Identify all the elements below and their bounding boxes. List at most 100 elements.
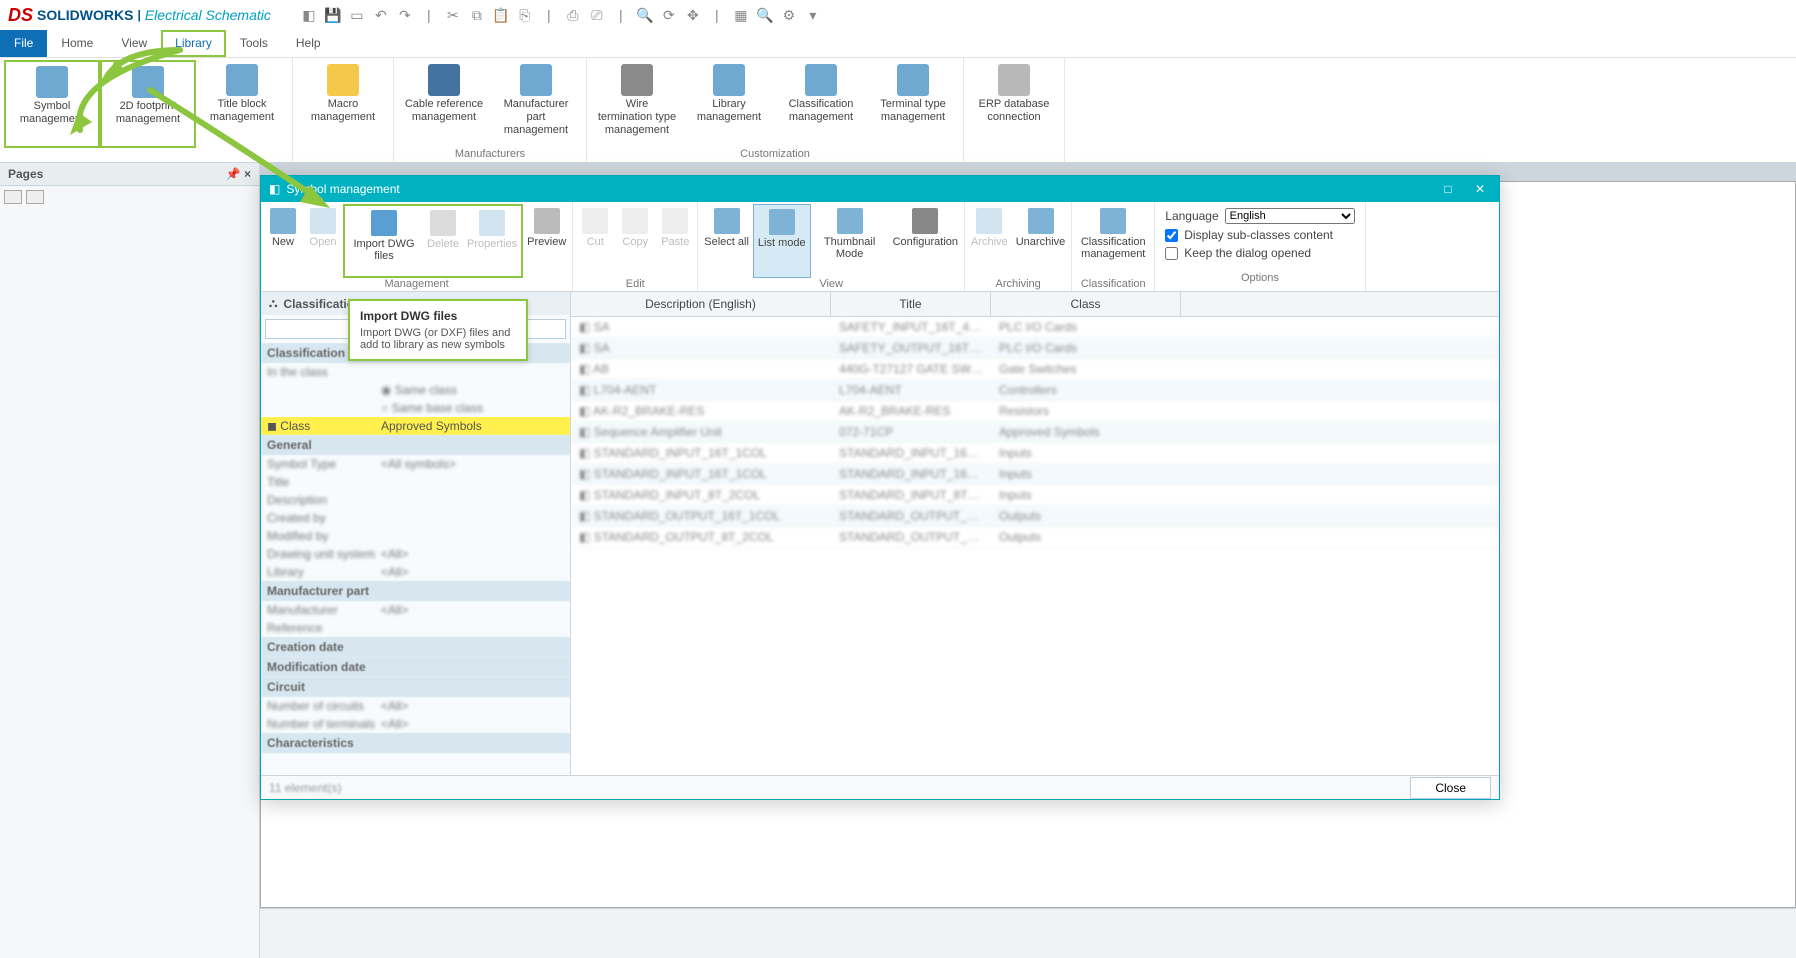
filter-section-creation-date[interactable]: Creation date <box>261 637 570 657</box>
erp-db-button[interactable]: ERP database connection <box>968 60 1060 148</box>
filter-row[interactable]: Title <box>261 473 570 491</box>
keep-open-checkbox[interactable] <box>1165 247 1178 260</box>
qat-save-icon[interactable]: 💾 <box>325 7 341 23</box>
filter-row[interactable]: Reference <box>261 619 570 637</box>
cut-button[interactable]: Cut <box>575 204 615 278</box>
list-mode-button[interactable]: List mode <box>753 204 811 278</box>
menu-help[interactable]: Help <box>282 30 335 57</box>
properties-button[interactable]: Properties <box>463 206 521 276</box>
table-row[interactable]: ◧ SASAFETY_INPUT_16T_4COLPLC I/O Cards <box>571 317 1499 338</box>
filter-section-characteristics[interactable]: Characteristics <box>261 733 570 753</box>
filter-row[interactable]: Created by <box>261 509 570 527</box>
qat-cut-icon[interactable]: ✂ <box>445 7 461 23</box>
cell-class: Inputs <box>991 443 1181 463</box>
filter-row[interactable]: Library<All> <box>261 563 570 581</box>
filter-row[interactable]: Number of circuits<All> <box>261 697 570 715</box>
mfr-part-label: Manufacturer part management <box>496 98 576 137</box>
filter-section-circuit[interactable]: Circuit <box>261 677 570 697</box>
qat-paste-special-icon[interactable]: ⎘ <box>517 7 533 23</box>
filter-section-mfr[interactable]: Manufacturer part <box>261 581 570 601</box>
qat-preview-icon[interactable]: ⎚ <box>589 7 605 23</box>
cable-ref-button[interactable]: Cable reference management <box>398 60 490 148</box>
filter-section-general[interactable]: General <box>261 435 570 455</box>
table-row[interactable]: ◧ STANDARD_INPUT_16T_1COLSTANDARD_INPUT_… <box>571 464 1499 485</box>
unarchive-button[interactable]: Unarchive <box>1012 204 1070 278</box>
filter-row[interactable]: Modified by <box>261 527 570 545</box>
table-row[interactable]: ◧ AB440G-T27127 GATE SWITCHGate Switches <box>571 359 1499 380</box>
table-row[interactable]: ◧ L704-AENTL704-AENTControllers <box>571 380 1499 401</box>
qat-search-icon[interactable]: 🔍 <box>637 7 653 23</box>
qat-settings-icon[interactable]: ⚙ <box>781 7 797 23</box>
mfr-part-button[interactable]: Manufacturer part management <box>490 60 582 148</box>
close-icon[interactable]: × <box>244 167 251 181</box>
new-button[interactable]: New <box>263 204 303 278</box>
qat-open-icon[interactable]: ▭ <box>349 7 365 23</box>
filter-row[interactable]: Description <box>261 491 570 509</box>
menu-library[interactable]: Library <box>161 30 226 57</box>
menu-tools[interactable]: Tools <box>226 30 282 57</box>
col-description[interactable]: Description (English) <box>571 292 831 316</box>
qat-dropdown-icon[interactable]: ▾ <box>805 7 821 23</box>
close-dialog-button[interactable]: Close <box>1410 777 1491 799</box>
preview-button[interactable]: Preview <box>523 204 570 278</box>
qat-redo-icon[interactable]: ↷ <box>397 7 413 23</box>
qat-refresh-icon[interactable]: ⟳ <box>661 7 677 23</box>
qat-copy-icon[interactable]: ⧉ <box>469 7 485 23</box>
open-button[interactable]: Open <box>303 204 343 278</box>
qat-print-icon[interactable]: ⎙ <box>565 7 581 23</box>
footprint-management-button[interactable]: 2D footprint management <box>100 60 196 148</box>
select-all-button[interactable]: Select all <box>700 204 753 278</box>
wire-term-button[interactable]: Wire termination type management <box>591 60 683 148</box>
qat-new-icon[interactable]: ◧ <box>301 7 317 23</box>
col-class[interactable]: Class <box>991 292 1181 316</box>
qat-move-icon[interactable]: ✥ <box>685 7 701 23</box>
table-row[interactable]: ◧ AK-R2_BRAKE-RESAK-R2_BRAKE-RESResistor… <box>571 401 1499 422</box>
language-select[interactable]: English <box>1225 208 1355 224</box>
delete-button[interactable]: Delete <box>423 206 463 276</box>
close-button[interactable]: ✕ <box>1469 182 1491 196</box>
configuration-button[interactable]: Configuration <box>889 204 962 278</box>
dialog-title-bar[interactable]: ◧ Symbol management □ ✕ <box>261 176 1499 202</box>
macro-management-button[interactable]: Macro management <box>297 60 389 148</box>
menu-file[interactable]: File <box>0 30 47 57</box>
table-row[interactable]: ◧ STANDARD_INPUT_16T_1COLSTANDARD_INPUT_… <box>571 443 1499 464</box>
cell-class: Gate Switches <box>991 359 1181 379</box>
qat-undo-icon[interactable]: ↶ <box>373 7 389 23</box>
table-row[interactable]: ◧ STANDARD_OUTPUT_16T_1COLSTANDARD_OUTPU… <box>571 506 1499 527</box>
titleblock-management-button[interactable]: Title block management <box>196 60 288 148</box>
qat-paste-icon[interactable]: 📋 <box>493 7 509 23</box>
filter-section-mod-date[interactable]: Modification date <box>261 657 570 677</box>
filter-row-class[interactable]: ◼ ClassApproved Symbols <box>261 417 570 435</box>
copy-button[interactable]: Copy <box>615 204 655 278</box>
import-dwg-tooltip: Import DWG files Import DWG (or DXF) fil… <box>348 299 528 361</box>
filter-row[interactable]: Symbol Type<All symbols> <box>261 455 570 473</box>
col-title[interactable]: Title <box>831 292 991 316</box>
archive-button[interactable]: Archive <box>967 204 1012 278</box>
table-row[interactable]: ◧ STANDARD_INPUT_8T_2COLSTANDARD_INPUT_8… <box>571 485 1499 506</box>
filter-row[interactable]: Manufacturer<All> <box>261 601 570 619</box>
symbol-management-button[interactable]: Symbol management <box>4 60 100 148</box>
table-row[interactable]: ◧ Sequence Amplifier Unit072-71CPApprove… <box>571 422 1499 443</box>
menu-view[interactable]: View <box>107 30 161 57</box>
classification-mgmt-button[interactable]: Classification management <box>775 60 867 148</box>
qat-grid-icon[interactable]: ▦ <box>733 7 749 23</box>
filter-row[interactable]: Number of terminals<All> <box>261 715 570 733</box>
terminal-type-button[interactable]: Terminal type management <box>867 60 959 148</box>
page-thumb-1[interactable] <box>4 190 22 204</box>
qat-zoom-icon[interactable]: 🔍 <box>757 7 773 23</box>
page-thumb-2[interactable] <box>26 190 44 204</box>
paste-button[interactable]: Paste <box>655 204 695 278</box>
import-dwg-button[interactable]: Import DWG files <box>345 206 423 276</box>
library-mgmt-button[interactable]: Library management <box>683 60 775 148</box>
app-logo: DS SOLIDWORKS | Electrical Schematic <box>8 5 271 26</box>
menu-home[interactable]: Home <box>47 30 107 57</box>
table-row[interactable]: ◧ STANDARD_OUTPUT_8T_2COLSTANDARD_OUTPUT… <box>571 527 1499 548</box>
pin-icon[interactable]: 📌 <box>226 167 241 181</box>
maximize-button[interactable]: □ <box>1437 182 1459 196</box>
filter-row[interactable]: Drawing unit system<All> <box>261 545 570 563</box>
table-row[interactable]: ◧ SASAFETY_OUTPUT_16T_4C…PLC I/O Cards <box>571 338 1499 359</box>
classif-mgmt-button[interactable]: Classification management <box>1074 204 1152 278</box>
group-label <box>4 148 288 162</box>
thumbnail-mode-button[interactable]: Thumbnail Mode <box>811 204 889 278</box>
display-sub-checkbox[interactable] <box>1165 229 1178 242</box>
